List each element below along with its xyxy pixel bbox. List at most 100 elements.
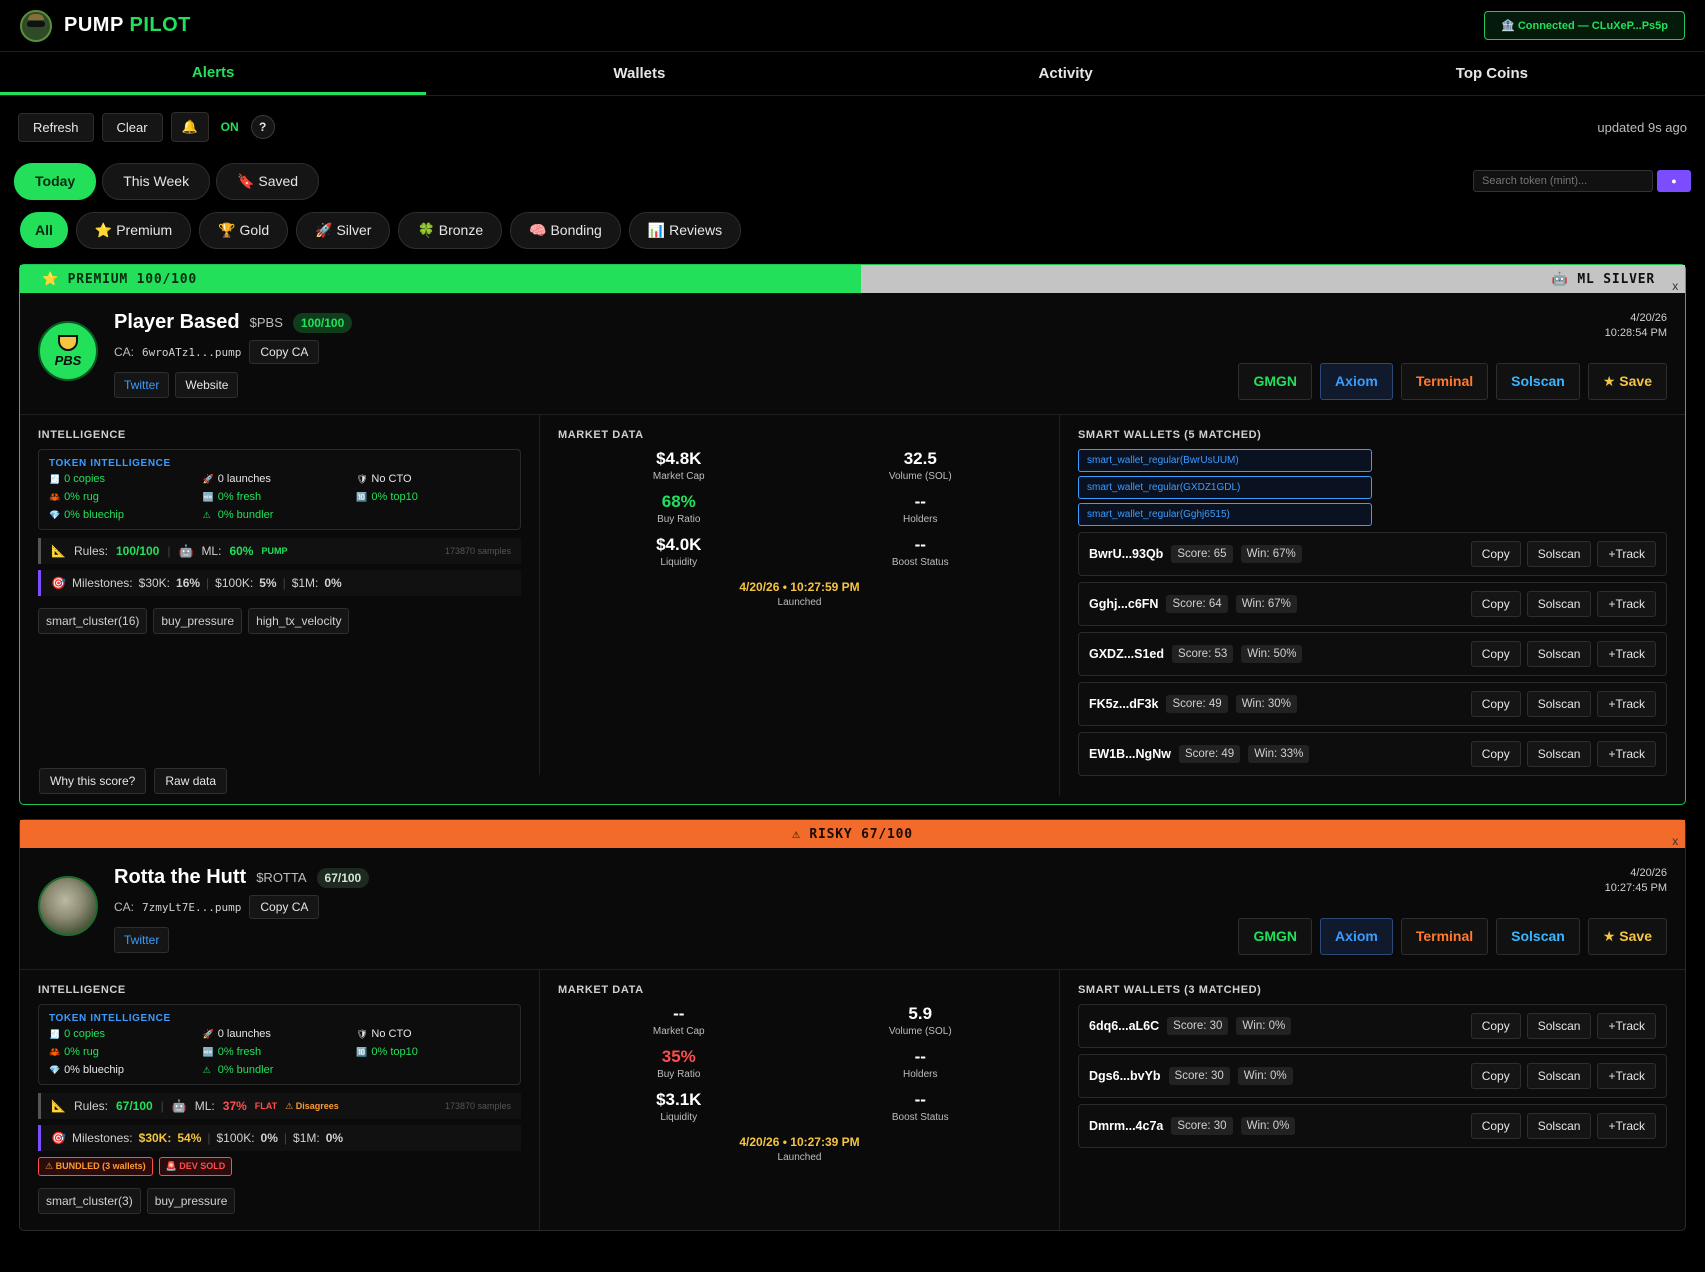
ti-value: 0 launches: [217, 473, 271, 485]
track-wallet-button[interactable]: +Track: [1597, 1063, 1656, 1089]
tier-label: ⭐ PREMIUM 100/100: [20, 265, 861, 293]
tab-wallets[interactable]: Wallets: [426, 52, 852, 95]
solscan-button[interactable]: Solscan: [1496, 918, 1580, 955]
bell-icon[interactable]: 🔔: [170, 112, 209, 142]
gmgn-button[interactable]: GMGN: [1238, 363, 1313, 400]
ml-tag: FLAT: [254, 1101, 278, 1111]
filter-today[interactable]: Today: [14, 162, 97, 200]
launch-time-label: Launched: [777, 1152, 822, 1163]
wallet-chip[interactable]: smart_wallet_regular(BwrUsUUM): [1078, 449, 1372, 472]
axiom-button[interactable]: Axiom: [1320, 363, 1393, 400]
save-button[interactable]: ★ Save: [1587, 918, 1667, 955]
wallet-chip[interactable]: smart_wallet_regular(GXDZ1GDL): [1078, 476, 1372, 499]
solscan-button[interactable]: Solscan: [1496, 363, 1580, 400]
connection-status-button[interactable]: 🏦 Connected — CLuXeP...Ps5p: [1484, 11, 1685, 40]
tab-alerts[interactable]: Alerts: [0, 52, 427, 95]
ml-tag: PUMP: [261, 546, 288, 556]
solscan-wallet-button[interactable]: Solscan: [1526, 541, 1592, 567]
tier-reviews[interactable]: 📊 Reviews: [628, 211, 742, 249]
ti-item: 🚀 0 launches: [203, 473, 357, 485]
wallet-chip[interactable]: smart_wallet_regular(Gghj6515): [1078, 503, 1372, 526]
refresh-button[interactable]: Refresh: [18, 112, 94, 142]
why-score-button[interactable]: Why this score?: [39, 768, 147, 794]
raw-data-button[interactable]: Raw data: [154, 768, 228, 794]
terminal-button[interactable]: Terminal: [1400, 363, 1489, 400]
copy-wallet-button[interactable]: Copy: [1470, 1063, 1521, 1089]
solscan-wallet-button[interactable]: Solscan: [1526, 591, 1592, 617]
tab-activity[interactable]: Activity: [853, 52, 1279, 95]
search-button[interactable]: ●: [1657, 170, 1691, 192]
section-title: INTELLIGENCE: [38, 984, 126, 996]
track-wallet-button[interactable]: +Track: [1597, 1013, 1656, 1039]
twitter-link[interactable]: Twitter: [114, 372, 170, 398]
ti-item: ⚠ 0% bundler: [203, 1064, 357, 1076]
smart-wallets-panel: SMART WALLETS (5 MATCHED) smart_wallet_r…: [1060, 415, 1685, 796]
solscan-wallet-button[interactable]: Solscan: [1526, 1113, 1592, 1139]
filter-this-week[interactable]: This Week: [102, 162, 211, 200]
tier-premium[interactable]: ⭐ Premium: [75, 211, 192, 249]
ti-item: 🚀 0 launches: [203, 1028, 357, 1040]
copy-wallet-button[interactable]: Copy: [1470, 541, 1521, 567]
launch-time-label: Launched: [777, 597, 822, 608]
clear-button[interactable]: Clear: [101, 112, 163, 142]
copy-wallet-button[interactable]: Copy: [1470, 1013, 1521, 1039]
website-link[interactable]: Website: [175, 372, 239, 398]
ti-title: TOKEN INTELLIGENCE: [49, 1013, 171, 1024]
ti-value: No CTO: [371, 473, 412, 485]
track-wallet-button[interactable]: +Track: [1597, 641, 1656, 667]
tab-top-coins[interactable]: Top Coins: [1279, 52, 1705, 95]
stat-label: Liquidity: [660, 557, 698, 568]
gmgn-button[interactable]: GMGN: [1238, 918, 1313, 955]
stat-label: Market Cap: [652, 471, 705, 482]
tier-bonding[interactable]: 🧠 Bonding: [510, 211, 621, 249]
close-icon[interactable]: x: [1672, 279, 1679, 293]
token-intelligence-box: TOKEN INTELLIGENCE 🧾 0 copies 🚀 0 launch…: [38, 1004, 521, 1085]
axiom-button[interactable]: Axiom: [1320, 918, 1393, 955]
track-wallet-button[interactable]: +Track: [1597, 1113, 1656, 1139]
buy-ratio-stat: 68% Buy Ratio: [558, 492, 800, 525]
save-button[interactable]: ★ Save: [1587, 363, 1667, 400]
ti-item: 🛡 No CTO: [356, 1028, 510, 1040]
buy-ratio-stat: 35% Buy Ratio: [558, 1047, 800, 1080]
track-wallet-button[interactable]: +Track: [1597, 691, 1656, 717]
alert-card: ⚠ RISKY 67/100 x Rotta the Hutt $ROTTA 6…: [19, 819, 1686, 1231]
token-name: Rotta the Hutt: [114, 866, 247, 888]
copy-wallet-button[interactable]: Copy: [1470, 641, 1521, 667]
tier-label: ⚠ RISKY 67/100: [792, 826, 913, 842]
signal-tag: buy_pressure: [146, 1188, 236, 1214]
alert-date: 4/20/26: [1630, 867, 1667, 879]
track-wallet-button[interactable]: +Track: [1597, 591, 1656, 617]
divider: |: [160, 1099, 164, 1113]
help-button[interactable]: ?: [250, 115, 275, 139]
stat-value: 5.9: [908, 1004, 933, 1023]
ti-item: 🆕 0% fresh: [203, 1046, 357, 1058]
target-icon: 🎯: [51, 1131, 66, 1145]
solscan-wallet-button[interactable]: Solscan: [1526, 1013, 1592, 1039]
tier-bronze[interactable]: 🍀 Bronze: [398, 211, 503, 249]
tier-gold[interactable]: 🏆 Gold: [199, 211, 289, 249]
copy-wallet-button[interactable]: Copy: [1470, 591, 1521, 617]
copy-wallet-button[interactable]: Copy: [1470, 1113, 1521, 1139]
milestone-value: 0%: [324, 576, 342, 590]
notifications-status: ON: [220, 120, 239, 134]
avatar-label: PBS: [54, 352, 82, 368]
wallet-score: Score: 64: [1166, 595, 1228, 613]
twitter-link[interactable]: Twitter: [114, 927, 170, 953]
tier-all[interactable]: All: [20, 212, 68, 248]
main-nav: Alerts Wallets Activity Top Coins: [0, 52, 1705, 96]
tier-silver[interactable]: 🚀 Silver: [296, 211, 391, 249]
solscan-wallet-button[interactable]: Solscan: [1526, 641, 1592, 667]
copy-wallet-button[interactable]: Copy: [1470, 691, 1521, 717]
section-title: MARKET DATA: [558, 429, 644, 441]
filter-saved[interactable]: 🔖 Saved: [216, 162, 320, 200]
copy-ca-button[interactable]: Copy CA: [249, 340, 320, 364]
solscan-wallet-button[interactable]: Solscan: [1526, 691, 1592, 717]
track-wallet-button[interactable]: +Track: [1597, 541, 1656, 567]
close-icon[interactable]: x: [1672, 834, 1679, 848]
search-input[interactable]: [1473, 170, 1653, 192]
wallet-address: BwrU...93Qb: [1089, 547, 1164, 561]
terminal-button[interactable]: Terminal: [1400, 918, 1489, 955]
copy-ca-button[interactable]: Copy CA: [249, 895, 320, 919]
solscan-wallet-button[interactable]: Solscan: [1526, 1063, 1592, 1089]
wallet-address: GXDZ...S1ed: [1089, 647, 1165, 661]
